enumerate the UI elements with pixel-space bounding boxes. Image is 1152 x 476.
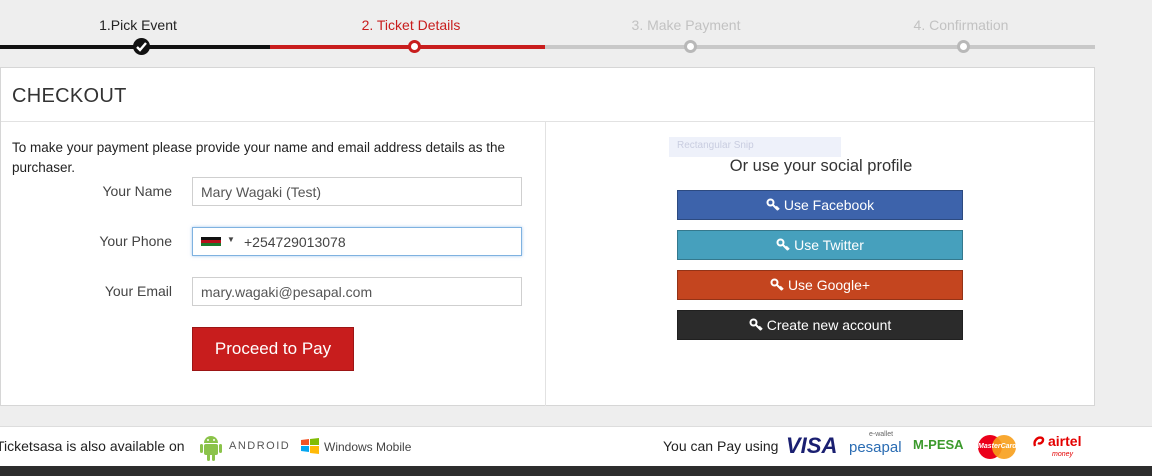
bottom-bar — [0, 466, 1152, 476]
available-on-text: Ticketsasa is also available on — [0, 438, 185, 454]
checkout-progress: 1.Pick Event 2. Ticket Details 3. Make P… — [0, 0, 1152, 58]
use-facebook-button[interactable]: Use Facebook — [677, 190, 963, 220]
key-icon — [776, 238, 790, 251]
android-robot-icon — [200, 436, 222, 461]
proceed-to-pay-button[interactable]: Proceed to Pay — [192, 327, 354, 371]
step-make-payment: 3. Make Payment — [631, 17, 741, 33]
email-field-value: mary.wagaki@pesapal.com — [201, 284, 373, 300]
step-pick-event: 1.Pick Event — [99, 17, 177, 33]
airtel-money-text: money — [1052, 451, 1074, 458]
airtel-swirl-icon — [1032, 435, 1046, 454]
windows-logo-icon[interactable] — [300, 437, 320, 460]
airtel-logo: airtel — [1048, 433, 1082, 449]
name-label: Your Name — [102, 183, 172, 199]
step-active-dot — [408, 40, 421, 53]
phone-field-value: +254729013078 — [244, 234, 346, 250]
country-dropdown-caret-icon[interactable]: ▼ — [227, 235, 235, 244]
key-icon — [749, 318, 763, 331]
pesapal-tagline: e-wallet — [869, 431, 894, 438]
step-todo-dot — [684, 40, 697, 53]
pesapal-logo: pesapal — [849, 439, 902, 456]
visa-logo: VISA — [786, 433, 838, 458]
use-twitter-button[interactable]: Use Twitter — [677, 230, 963, 260]
purchaser-details-form: To make your payment please provide your… — [1, 122, 546, 406]
phone-label: Your Phone — [99, 233, 172, 249]
email-field[interactable]: mary.wagaki@pesapal.com — [192, 277, 522, 306]
windows-mobile-text: Windows Mobile — [324, 440, 412, 454]
progress-line-todo — [545, 45, 1095, 49]
use-google-button[interactable]: Use Google+ — [677, 270, 963, 300]
android-text: ANDROID — [229, 440, 291, 452]
name-field-value: Mary Wagaki (Test) — [201, 184, 322, 200]
social-title: Or use your social profile — [729, 157, 913, 175]
step-done-check-icon — [133, 38, 150, 55]
phone-field[interactable]: ▼ +254729013078 — [192, 227, 522, 256]
mastercard-text: MasterCard — [978, 443, 1017, 450]
key-icon — [770, 278, 784, 291]
name-field[interactable]: Mary Wagaki (Test) — [192, 177, 522, 206]
snip-overlay-label: Rectangular Snip — [669, 137, 841, 157]
step-confirmation: 4. Confirmation — [913, 17, 1009, 33]
checkout-panel: CHECKOUT To make your payment please pro… — [0, 67, 1095, 406]
step-ticket-details: 2. Ticket Details — [361, 17, 461, 33]
email-label: Your Email — [104, 283, 172, 299]
create-new-account-button[interactable]: Create new account — [677, 310, 963, 340]
social-login-section: Rectangular Snip Or use your social prof… — [547, 122, 1095, 406]
kenya-flag-icon[interactable] — [201, 237, 221, 249]
key-icon — [766, 198, 780, 211]
page-title: CHECKOUT — [1, 68, 1094, 122]
footer: Ticketsasa is also available on ANDROID … — [0, 426, 1152, 466]
step-todo-dot — [957, 40, 970, 53]
pay-using-text: You can Pay using — [663, 438, 779, 454]
form-intro-text: To make your payment please provide your… — [12, 140, 506, 175]
android-logo[interactable] — [199, 434, 223, 467]
mpesa-logo: M-PESA — [913, 437, 964, 452]
